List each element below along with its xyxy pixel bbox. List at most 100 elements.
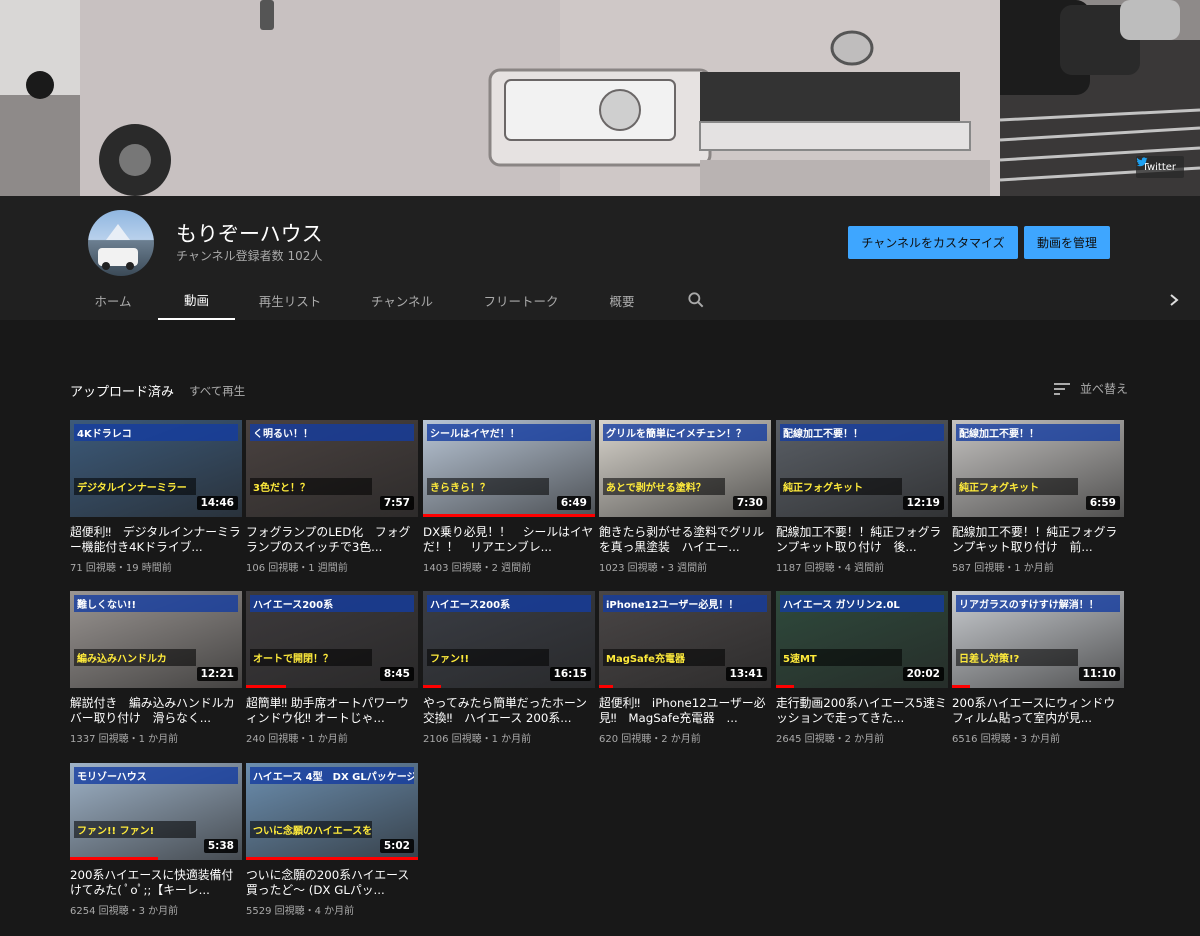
video-card[interactable]: 難しくない!! 編み込みハンドルカ 12:21 解説付き 編み込みハンドルカバー取り付… <box>70 591 242 745</box>
tab-home[interactable]: ホーム <box>80 280 146 320</box>
thumbnail-caption-bottom: 純正フォグキット <box>780 478 902 495</box>
manage-videos-button[interactable]: 動画を管理 <box>1024 226 1110 259</box>
customize-channel-button[interactable]: チャンネルをカスタマイズ <box>848 226 1018 259</box>
video-duration: 16:15 <box>549 667 591 681</box>
search-icon[interactable] <box>686 290 706 310</box>
video-card[interactable]: ハイエース ガソリン2.0L 5速MT 20:02 走行動画200系ハイエース5速ミッ… <box>776 591 948 745</box>
channel-name: もりぞーハウス <box>176 222 323 246</box>
avatar-image <box>98 224 138 270</box>
tab-channels[interactable]: チャンネル <box>360 280 444 320</box>
video-thumbnail[interactable]: 難しくない!! 編み込みハンドルカ 12:21 <box>70 591 242 688</box>
thumbnail-caption-top: シールはイヤだ！！ <box>427 424 591 441</box>
video-duration: 8:45 <box>379 667 414 681</box>
video-thumbnail[interactable]: 配線加工不要！！ 純正フォグキット 12:19 <box>776 420 948 517</box>
watch-progress-bar <box>246 685 286 688</box>
thumbnail-caption-bottom: ファン!! ファン! <box>74 821 196 838</box>
watch-progress-bar <box>423 685 441 688</box>
thumbnail-caption-bottom: オートで開閉！？ <box>250 649 372 666</box>
video-title[interactable]: 200系ハイエースに快適装備付けてみた( ﾟoﾟ;;【キーレ... <box>70 868 242 898</box>
play-all-link[interactable]: すべて再生 <box>189 383 245 399</box>
twitter-link[interactable]: Twitter <box>1136 156 1184 178</box>
tab-about[interactable]: 概要 <box>596 280 648 320</box>
thumbnail-caption-bottom: ついに念願のハイエースを買ったど!! <box>250 821 372 838</box>
video-meta: 620 回視聴・2 か月前 <box>599 734 701 745</box>
video-card[interactable]: シールはイヤだ！！ きらきら！？ 6:49 DX乗り必見！！ シールはイヤだ！！ リア… <box>423 420 595 574</box>
video-card[interactable]: iPhone12ユーザー必見！！ MagSafe充電器 13:41 超便利‼︎ iPh… <box>599 591 771 745</box>
thumbnail-caption-bottom: きらきら！？ <box>427 478 549 495</box>
video-thumbnail[interactable]: グリルを簡単にイメチェン！？ あとで剥がせる塗料？ 7:30 <box>599 420 771 517</box>
channel-header: もりぞーハウス チャンネル登録者数 102人 チャンネルをカスタマイズ 動画を管… <box>0 196 1200 320</box>
video-title[interactable]: フォグランプのLED化 フォグランプのスイッチで3色... <box>246 525 418 555</box>
video-duration: 20:02 <box>902 667 944 681</box>
video-duration: 5:02 <box>379 839 414 853</box>
thumbnail-caption-top: ハイエース ガソリン2.0L <box>780 595 944 612</box>
video-thumbnail[interactable]: モリゾーハウス ファン!! ファン! 5:38 <box>70 763 242 860</box>
thumbnail-caption-bottom: デジタルインナーミラー <box>74 478 196 495</box>
video-thumbnail[interactable]: シールはイヤだ！！ きらきら！？ 6:49 <box>423 420 595 517</box>
video-thumbnail[interactable]: ハイエース 4型 DX GLパッケージついに念願のハイエースを買ったど!! 5:0… <box>246 763 418 860</box>
video-title[interactable]: 解説付き 編み込みハンドルカバー取り付け 滑らなく... <box>70 696 242 726</box>
video-title[interactable]: ついに念願の200系ハイエース買ったど〜 (DX GLパッ... <box>246 868 418 898</box>
thumbnail-caption-top: 難しくない!! <box>74 595 238 612</box>
thumbnail-caption-top: 4Kドラレコ <box>74 424 238 441</box>
video-thumbnail[interactable]: リアガラスのすけすけ解消！！ 日差し対策!? 11:10 <box>952 591 1124 688</box>
channel-banner: Twitter <box>0 0 1200 196</box>
video-card[interactable]: ハイエース200系 オートで開閉！？ 8:45 超簡単‼︎ 助手席オートパワーウィンド… <box>246 591 418 745</box>
video-card[interactable]: ハイエース200系 ファン!! 16:15 やってみたら簡単だったホーン交換‼︎ ハイ… <box>423 591 595 745</box>
channel-avatar[interactable] <box>88 210 154 276</box>
watch-progress-bar <box>952 685 970 688</box>
thumbnail-caption-top: ハイエース 4型 DX GLパッケージ <box>250 767 414 784</box>
video-title[interactable]: 超簡単‼︎ 助手席オートパワーウィンドウ化‼︎ オートじゃ... <box>246 696 418 726</box>
video-meta: 2645 回視聴・2 か月前 <box>776 734 885 745</box>
tab-videos[interactable]: 動画 <box>158 280 235 320</box>
sort-icon <box>1054 382 1070 395</box>
video-title[interactable]: DX乗り必見！！ シールはイヤだ！！ リアエンブレ... <box>423 525 595 555</box>
video-card[interactable]: く明るい！！ 3色だと！？ 7:57 フォグランプのLED化 フォグランプのスイッチで… <box>246 420 418 574</box>
video-meta: 587 回視聴・1 か月前 <box>952 563 1054 574</box>
video-duration: 5:38 <box>203 839 238 853</box>
video-title[interactable]: 配線加工不要！！純正フォグランプキット取り付け 後... <box>776 525 948 555</box>
thumbnail-caption-top: ハイエース200系 <box>427 595 591 612</box>
video-card[interactable]: リアガラスのすけすけ解消！！ 日差し対策!? 11:10 200系ハイエースにウィンド… <box>952 591 1124 745</box>
video-duration: 11:10 <box>1078 667 1120 681</box>
thumbnail-caption-top: ハイエース200系 <box>250 595 414 612</box>
video-thumbnail[interactable]: ハイエース200系 オートで開閉！？ 8:45 <box>246 591 418 688</box>
twitter-icon <box>1136 157 1148 167</box>
video-thumbnail[interactable]: く明るい！！ 3色だと！？ 7:57 <box>246 420 418 517</box>
video-title[interactable]: 飽きたら剥がせる塗料でグリルを真っ黒塗装 ハイエー... <box>599 525 771 555</box>
thumbnail-caption-top: リアガラスのすけすけ解消！！ <box>956 595 1120 612</box>
video-title[interactable]: 超便利‼︎ デジタルインナーミラー機能付き4Kドライブ... <box>70 525 242 555</box>
video-thumbnail[interactable]: 配線加工不要！！ 純正フォグキット 6:59 <box>952 420 1124 517</box>
video-meta: 1187 回視聴・4 週間前 <box>776 563 885 574</box>
tab-playlists[interactable]: 再生リスト <box>248 280 332 320</box>
thumbnail-caption-bottom: あとで剥がせる塗料？ <box>603 478 725 495</box>
video-card[interactable]: 配線加工不要！！ 純正フォグキット 12:19 配線加工不要！！純正フォグランプキット… <box>776 420 948 574</box>
chevron-right-icon[interactable] <box>1166 290 1182 310</box>
channel-tabs: ホーム 動画 再生リスト チャンネル フリートーク 概要 <box>0 280 1200 320</box>
tab-free-talk[interactable]: フリートーク <box>474 280 568 320</box>
video-thumbnail[interactable]: iPhone12ユーザー必見！！ MagSafe充電器 13:41 <box>599 591 771 688</box>
video-title[interactable]: 走行動画200系ハイエース5速ミッションで走ってきた... <box>776 696 948 726</box>
sort-label: 並べ替え <box>1080 382 1129 396</box>
video-meta: 6516 回視聴・3 か月前 <box>952 734 1061 745</box>
watch-progress-bar <box>423 514 595 517</box>
video-card[interactable]: モリゾーハウス ファン!! ファン! 5:38 200系ハイエースに快適装備付けてみた… <box>70 763 242 917</box>
video-title[interactable]: 200系ハイエースにウィンドウフィルム貼って室内が見... <box>952 696 1124 726</box>
video-meta: 106 回視聴・1 週間前 <box>246 563 348 574</box>
video-duration: 14:46 <box>196 496 238 510</box>
thumbnail-caption-bottom: MagSafe充電器 <box>603 649 725 666</box>
video-card[interactable]: ハイエース 4型 DX GLパッケージついに念願のハイエースを買ったど!! 5:0… <box>246 763 418 917</box>
video-thumbnail[interactable]: ハイエース200系 ファン!! 16:15 <box>423 591 595 688</box>
video-duration: 7:57 <box>379 496 414 510</box>
video-card[interactable]: グリルを簡単にイメチェン！？ あとで剥がせる塗料？ 7:30 飽きたら剥がせる塗料でグ… <box>599 420 771 574</box>
video-card[interactable]: 4Kドラレコ デジタルインナーミラー 14:46 超便利‼︎ デジタルインナーミラー機… <box>70 420 242 574</box>
video-thumbnail[interactable]: 4Kドラレコ デジタルインナーミラー 14:46 <box>70 420 242 517</box>
sort-button[interactable]: 並べ替え <box>1054 380 1128 397</box>
video-title[interactable]: 配線加工不要！！純正フォグランプキット取り付け 前... <box>952 525 1124 555</box>
thumbnail-caption-bottom: ファン!! <box>427 649 549 666</box>
video-thumbnail[interactable]: ハイエース ガソリン2.0L 5速MT 20:02 <box>776 591 948 688</box>
video-title[interactable]: 超便利‼︎ iPhone12ユーザー必見‼︎ MagSafe充電器 ... <box>599 696 771 726</box>
video-title[interactable]: やってみたら簡単だったホーン交換‼︎ ハイエース 200系... <box>423 696 595 726</box>
video-card[interactable]: 配線加工不要！！ 純正フォグキット 6:59 配線加工不要！！純正フォグランプキット取… <box>952 420 1124 574</box>
thumbnail-caption-bottom: 5速MT <box>780 649 902 666</box>
